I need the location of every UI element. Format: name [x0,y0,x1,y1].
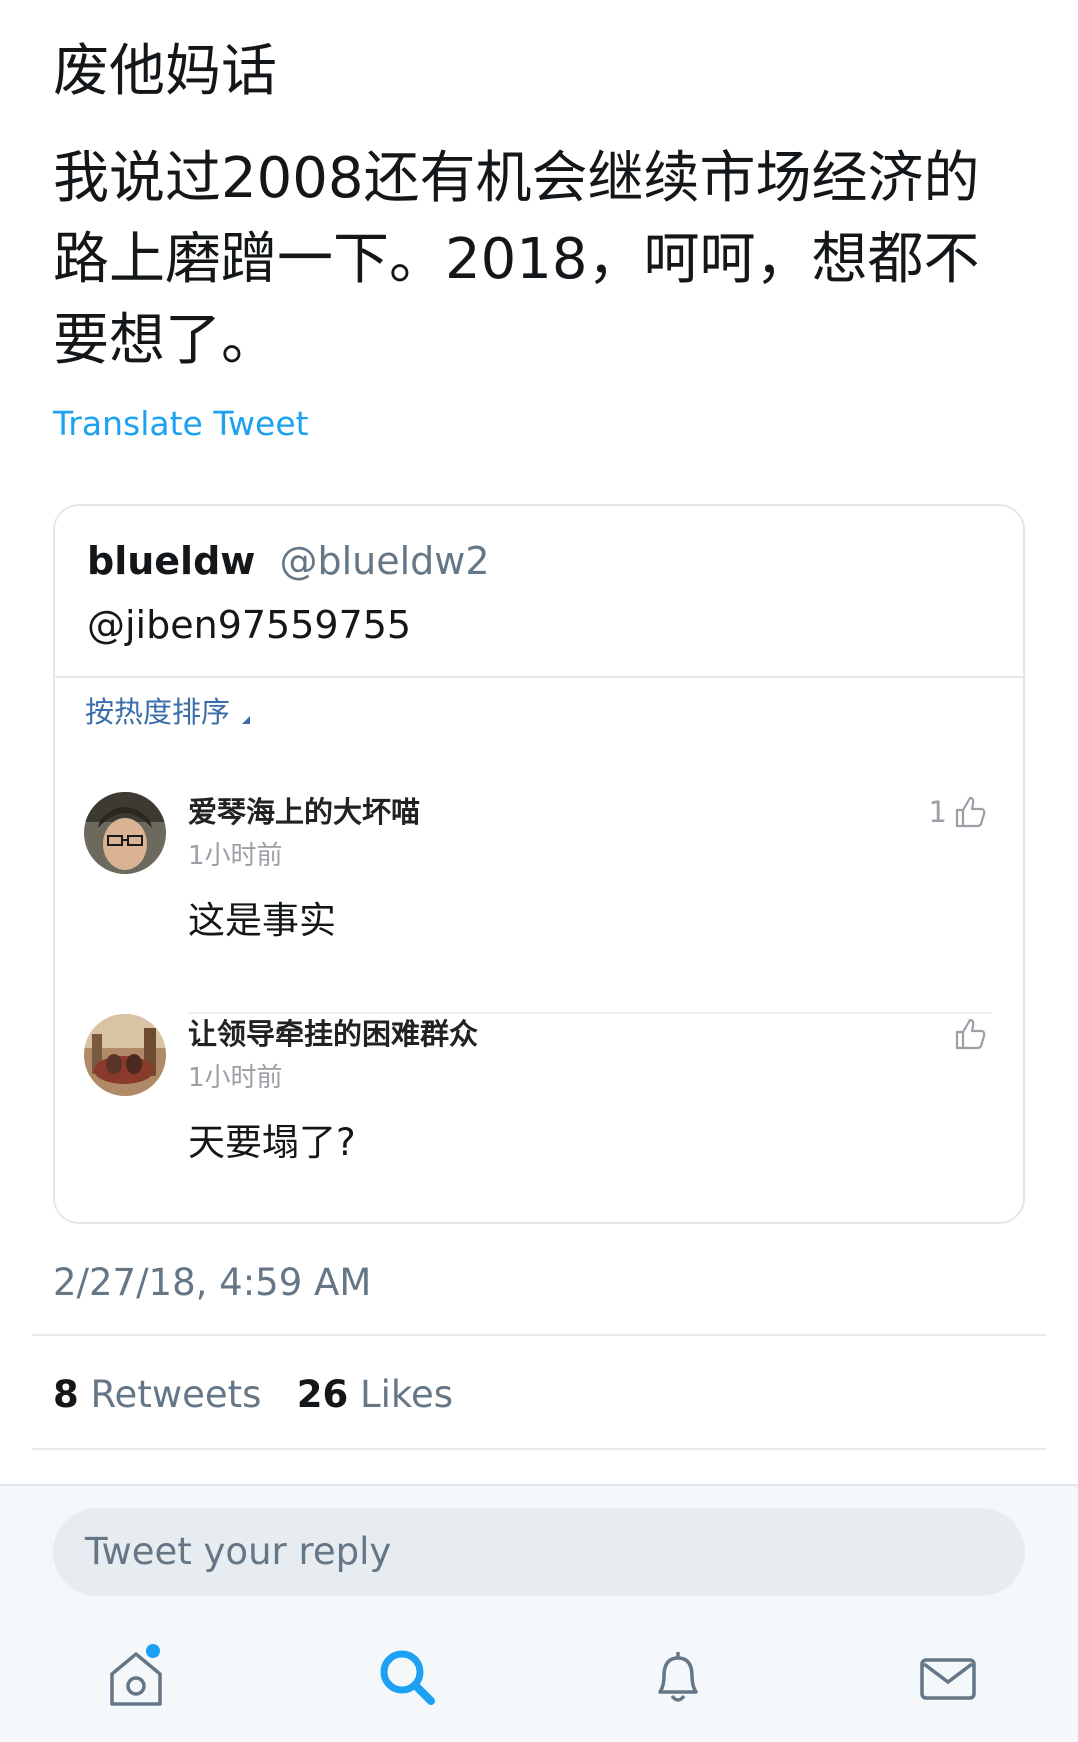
translate-tweet-link[interactable]: Translate Tweet [53,402,309,446]
likes-count: 26 [296,1373,349,1416]
comment-username[interactable]: 爱琴海上的大坏喵 [188,792,420,832]
comment-username[interactable]: 让领导牵挂的困难群众 [188,1014,478,1054]
divider [32,1334,1046,1336]
search-icon[interactable] [376,1646,440,1710]
quoted-tweet-author: blueldw @blueldw2 [87,536,490,586]
new-items-indicator [146,1644,160,1658]
comment-like-button[interactable] [947,1014,987,1054]
comment-text: 这是事实 [188,899,336,942]
tweet-text-body: 我说过2008还有机会继续市场经济的 路上磨蹭一下。2018，呵呵，想都不 要想… [53,146,980,373]
comment-text: 天要塌了? [188,1121,356,1164]
comment-like-button[interactable]: 1 [929,792,987,832]
sort-by-popularity-dropdown[interactable]: 按热度排序 [85,692,251,732]
notifications-icon[interactable] [646,1646,710,1710]
comment-time: 1小时前 [188,1063,283,1093]
thumbs-up-icon [955,1018,986,1050]
quoted-author-name: blueldw [87,539,256,583]
quoted-tweet-header: blueldw @blueldw2 @jiben97559755 [55,506,1023,678]
retweets-count: 8 [53,1373,79,1416]
divider [32,1448,1046,1450]
retweets-label: Retweets [90,1373,262,1416]
quoted-tweet-mention: @jiben97559755 [87,603,412,647]
likes-label: Likes [359,1373,454,1416]
messages-icon[interactable] [916,1646,980,1710]
home-icon[interactable] [104,1646,168,1710]
comment-like-count: 1 [928,795,947,829]
likes-stat[interactable]: 26 Likes [297,1373,453,1416]
avatar[interactable] [84,1014,166,1096]
tab-bar [0,1626,1078,1736]
thumbs-up-icon [955,796,986,828]
comment-item: 让领导牵挂的困难群众 1小时前 天要塌了? [55,1014,1023,1222]
comment-time: 1小时前 [188,841,283,871]
caret-down-icon [242,716,251,724]
quoted-tweet-card[interactable]: blueldw @blueldw2 @jiben97559755 按热度排序 爱… [53,504,1025,1224]
retweets-stat[interactable]: 8 Retweets [53,1373,261,1416]
bottom-bar: Tweet your reply [0,1484,1078,1742]
avatar[interactable] [84,792,166,874]
tweet-text-line1: 废他妈话 [53,39,277,104]
reply-input[interactable]: Tweet your reply [53,1508,1025,1596]
comment-item: 爱琴海上的大坏喵 1小时前 这是事实 1 [55,792,1023,1014]
tweet-stats: 8 Retweets 26 Likes [53,1370,453,1420]
quoted-author-handle: @blueldw2 [279,539,490,583]
tweet-timestamp: 2/27/18, 4:59 AM [53,1261,372,1304]
sort-label: 按热度排序 [85,695,231,729]
